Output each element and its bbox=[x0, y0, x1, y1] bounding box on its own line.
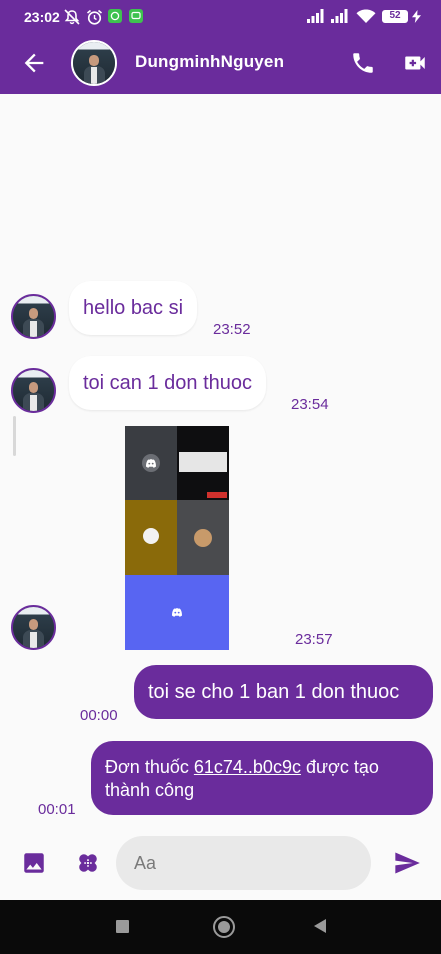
chat-header: DungminhNguyen bbox=[0, 32, 441, 94]
image-icon[interactable] bbox=[21, 850, 47, 876]
mute-icon bbox=[64, 9, 80, 25]
scroll-indicator[interactable] bbox=[13, 416, 16, 456]
alarm-icon bbox=[86, 9, 103, 25]
recents-button[interactable] bbox=[116, 920, 129, 933]
screenshot-tile bbox=[177, 426, 229, 500]
message-time: 23:54 bbox=[291, 396, 329, 413]
sender-avatar[interactable] bbox=[11, 605, 56, 650]
battery-icon: 52 bbox=[382, 10, 408, 23]
screenshot-tile bbox=[125, 500, 177, 575]
status-time: 23:02 bbox=[24, 9, 60, 25]
outgoing-message-prescription[interactable]: Đơn thuốc 61c74..b0c9c được tạo thành cô… bbox=[91, 741, 433, 815]
prescription-prefix: Đơn thuốc bbox=[105, 757, 189, 777]
status-bar: 23:02 52 bbox=[0, 0, 441, 32]
screenshot-tile bbox=[125, 426, 177, 500]
user-avatar-icon bbox=[194, 529, 212, 547]
whatsapp-icon bbox=[108, 9, 122, 23]
outgoing-message[interactable]: toi se cho 1 ban 1 don thuoc bbox=[134, 665, 433, 719]
wifi-icon bbox=[356, 9, 376, 23]
sender-avatar[interactable] bbox=[11, 368, 56, 413]
home-button[interactable] bbox=[213, 916, 235, 938]
screenshot-tile bbox=[125, 575, 229, 650]
prescription-line-2: thành công bbox=[105, 780, 195, 800]
discord-logo-icon bbox=[172, 608, 182, 617]
screen-preview bbox=[179, 452, 227, 472]
charging-icon bbox=[412, 10, 421, 23]
video-camera-icon[interactable] bbox=[402, 50, 428, 76]
image-message[interactable] bbox=[125, 426, 229, 650]
discord-logo-icon bbox=[142, 454, 160, 472]
live-badge bbox=[207, 492, 227, 498]
chat-app-icon bbox=[129, 9, 143, 23]
incoming-message[interactable]: toi can 1 don thuoc bbox=[69, 356, 267, 410]
prescription-line-1: Đơn thuốc 61c74..b0c9c được tạo bbox=[105, 756, 419, 779]
signal-icon bbox=[307, 9, 324, 23]
message-time: 23:57 bbox=[295, 631, 333, 648]
sender-avatar[interactable] bbox=[11, 294, 56, 339]
battery-level: 52 bbox=[389, 10, 401, 21]
back-button[interactable] bbox=[314, 919, 326, 933]
signal-2-icon bbox=[331, 9, 348, 23]
user-avatar-icon bbox=[143, 528, 159, 544]
message-input-bar bbox=[0, 824, 441, 900]
contact-name[interactable]: DungminhNguyen bbox=[135, 52, 284, 72]
message-time: 23:52 bbox=[213, 321, 251, 338]
back-arrow-icon[interactable] bbox=[20, 49, 48, 77]
screenshot-tile bbox=[177, 500, 229, 575]
incoming-message[interactable]: hello bac si bbox=[69, 281, 198, 335]
phone-icon[interactable] bbox=[350, 50, 376, 76]
message-time: 00:00 bbox=[80, 707, 118, 724]
message-input[interactable] bbox=[116, 836, 371, 890]
chat-messages[interactable]: hello bac si 23:52 toi can 1 don thuoc 2… bbox=[0, 94, 441, 824]
system-nav-bar bbox=[0, 900, 441, 954]
pill-icon[interactable] bbox=[74, 849, 102, 877]
prescription-suffix: được tạo bbox=[305, 757, 379, 777]
prescription-link[interactable]: 61c74..b0c9c bbox=[194, 757, 301, 777]
send-icon[interactable] bbox=[393, 849, 421, 877]
message-time: 00:01 bbox=[38, 801, 76, 818]
contact-avatar[interactable] bbox=[71, 40, 117, 86]
